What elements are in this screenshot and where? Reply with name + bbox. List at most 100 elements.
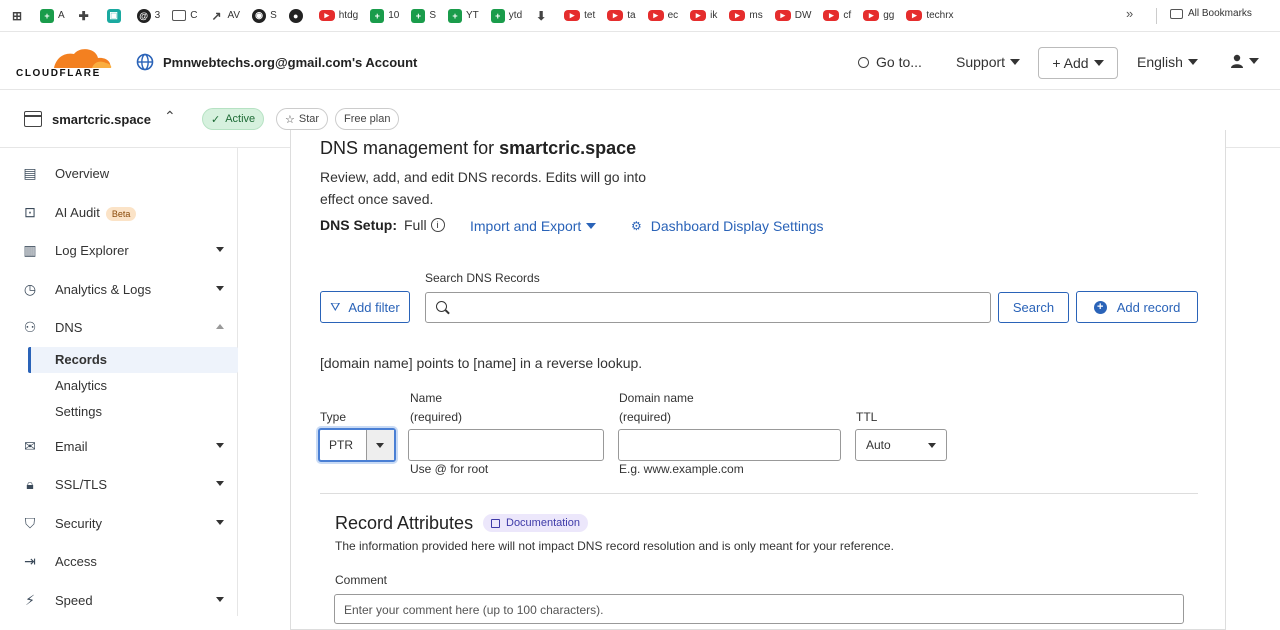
sidebar-subitem-records[interactable]: Records	[55, 352, 107, 367]
bookmark-item[interactable]: @3	[136, 5, 160, 27]
domain-name-input[interactable]	[618, 429, 841, 461]
check-icon: ✓	[211, 113, 221, 126]
star-button[interactable]: ☆ Star	[276, 108, 329, 130]
sidebar-subitem-settings[interactable]: Settings	[55, 404, 102, 419]
support-menu[interactable]: Support	[956, 54, 1021, 70]
chevron-down-icon	[216, 481, 224, 486]
ptr-note: [domain name] points to [name] in a reve…	[320, 355, 643, 371]
sheets-icon: +	[448, 8, 463, 23]
bookmark-item[interactable]: ◉ S	[252, 5, 277, 27]
all-bookmarks-button[interactable]: All Bookmarks	[1170, 8, 1252, 19]
sidebar: ▤ Overview ⊡ AI Audit Beta ▥ Log Explorer ◷…	[0, 148, 238, 616]
sidebar-item-ssl-tls[interactable]: 🔒︎ SSL/TLS	[0, 469, 238, 499]
sidebar-item-label: AI Audit	[55, 204, 100, 220]
chevron-down-icon	[216, 520, 224, 525]
account-name[interactable]: Pmnwebtechs.org@gmail.com's Account	[163, 55, 417, 70]
bookmark-item[interactable]: ▸ ms	[729, 5, 763, 27]
type-select[interactable]: PTR	[318, 428, 396, 462]
bookmark-item[interactable]: + ytd	[490, 5, 522, 27]
bookmark-item[interactable]: C	[172, 5, 197, 27]
sidebar-item-security[interactable]: ⛉ Security	[0, 508, 238, 538]
search-icon	[436, 301, 447, 312]
sidebar-item-email[interactable]: ✉ Email	[0, 431, 238, 461]
pin-icon: ⬇	[536, 8, 547, 23]
log-icon: ▥	[23, 242, 37, 258]
documentation-link[interactable]: Documentation	[483, 514, 588, 532]
chevron-down-icon[interactable]	[366, 430, 394, 460]
page-title: DNS management for smartcric.space	[320, 138, 637, 158]
chevron-down-icon	[1093, 60, 1104, 66]
filter-icon: ⛛	[330, 299, 341, 314]
bookmark-item[interactable]: ▸ gg	[863, 5, 894, 27]
bookmark-item[interactable]: + A	[40, 5, 65, 27]
sheets-icon: +	[411, 8, 426, 23]
bookmark-item[interactable]: + S	[411, 5, 436, 27]
youtube-icon: ▸	[729, 10, 746, 21]
name-label: Name (required)	[410, 391, 463, 424]
grid-icon: ⊞	[11, 8, 23, 23]
youtube-icon: ▸	[823, 10, 840, 21]
ttl-label: TTL	[856, 410, 878, 424]
lock-icon: 🔒︎	[26, 476, 34, 492]
plan-badge[interactable]: Free plan	[335, 108, 400, 130]
add-record-button[interactable]: + Add record	[1076, 291, 1198, 323]
sidebar-item-speed[interactable]: ⚡︎ Speed	[0, 585, 238, 615]
zone-switcher-icon[interactable]: ⌃	[164, 108, 176, 125]
bookmark-item[interactable]: ▸ ta	[607, 5, 636, 27]
book-icon	[491, 518, 500, 528]
ttl-select[interactable]: Auto	[855, 429, 947, 461]
bookmark-item[interactable]: + YT	[448, 5, 479, 27]
user-menu[interactable]	[1230, 54, 1259, 68]
status-badge: ✓ Active	[202, 108, 265, 130]
extension-icon: ✚	[78, 8, 89, 23]
name-input[interactable]	[408, 429, 604, 461]
sidebar-item-access[interactable]: ⇥ Access	[0, 546, 238, 576]
search-input[interactable]	[425, 292, 991, 323]
bookmarks-more-button[interactable]: »	[1126, 6, 1133, 21]
bookmark-apps[interactable]: ⊞	[10, 5, 28, 27]
youtube-icon: ▸	[647, 10, 664, 21]
bookmark-item[interactable]: ▸ cf	[823, 5, 851, 27]
sidebar-item-log-explorer[interactable]: ▥ Log Explorer	[0, 235, 238, 265]
bookmarks-bar: ⊞ + A ✚ ▣ @3 C ↗ AV ◉ S ● ▸ htdg +10 + S + YT …	[0, 0, 1280, 32]
bookmark-item[interactable]: ▸ htdg	[318, 5, 358, 27]
chevron-down-icon	[586, 223, 597, 229]
comment-input[interactable]: Enter your comment here (up to 100 chara…	[334, 594, 1184, 624]
top-header: CLOUDFLARE Pmnwebtechs.org@gmail.com's A…	[0, 32, 1280, 90]
sidebar-item-overview[interactable]: ▤ Overview	[0, 158, 238, 188]
chevron-down-icon	[216, 247, 224, 252]
youtube-icon: ▸	[690, 10, 707, 21]
bookmark-item[interactable]: ▣	[106, 5, 125, 27]
sidebar-item-dns[interactable]: ⚇ DNS	[0, 312, 238, 342]
import-export-menu[interactable]: Import and Export	[470, 218, 597, 234]
youtube-icon: ▸	[318, 10, 335, 21]
star-icon: ☆	[285, 113, 295, 126]
shield-icon: ⛉	[24, 515, 36, 531]
add-filter-button[interactable]: ⛛ Add filter	[320, 291, 410, 323]
info-icon[interactable]: i	[430, 218, 445, 232]
bookmark-item[interactable]: ▸ DW	[774, 5, 811, 27]
dashboard-display-settings-link[interactable]: ⚙ Dashboard Display Settings	[631, 218, 824, 234]
sidebar-subitem-analytics[interactable]: Analytics	[55, 378, 107, 393]
bookmark-item[interactable]: ▸ ec	[647, 5, 678, 27]
type-label: Type	[320, 410, 347, 424]
search-button[interactable]: Search	[998, 292, 1069, 323]
globe-icon	[136, 53, 154, 71]
record-attributes-description: The information provided here will not i…	[335, 539, 894, 553]
bookmark-item[interactable]: ●	[288, 5, 307, 27]
bookmark-item[interactable]: ▸ techrx	[906, 5, 954, 27]
add-button[interactable]: + Add	[1038, 47, 1118, 79]
bookmark-item[interactable]: ✚	[77, 5, 95, 27]
sidebar-item-ai-audit[interactable]: ⊡ AI Audit Beta	[0, 197, 238, 227]
bookmark-item[interactable]: ▸ ik	[690, 5, 717, 27]
chart-icon: ↗	[211, 8, 222, 23]
bookmark-item[interactable]: ↗ AV	[209, 5, 240, 27]
sidebar-item-analytics-logs[interactable]: ◷ Analytics & Logs	[0, 274, 238, 304]
bookmark-item[interactable]: ⬇	[534, 5, 552, 27]
language-menu[interactable]: English	[1137, 54, 1198, 70]
zone-name[interactable]: smartcric.space	[52, 112, 151, 127]
goto-button[interactable]: Go to...	[858, 54, 922, 70]
bookmark-item[interactable]: +10	[370, 5, 399, 27]
bookmark-item[interactable]: ▸ tet	[564, 5, 595, 27]
network-icon: ⚇	[23, 319, 37, 335]
